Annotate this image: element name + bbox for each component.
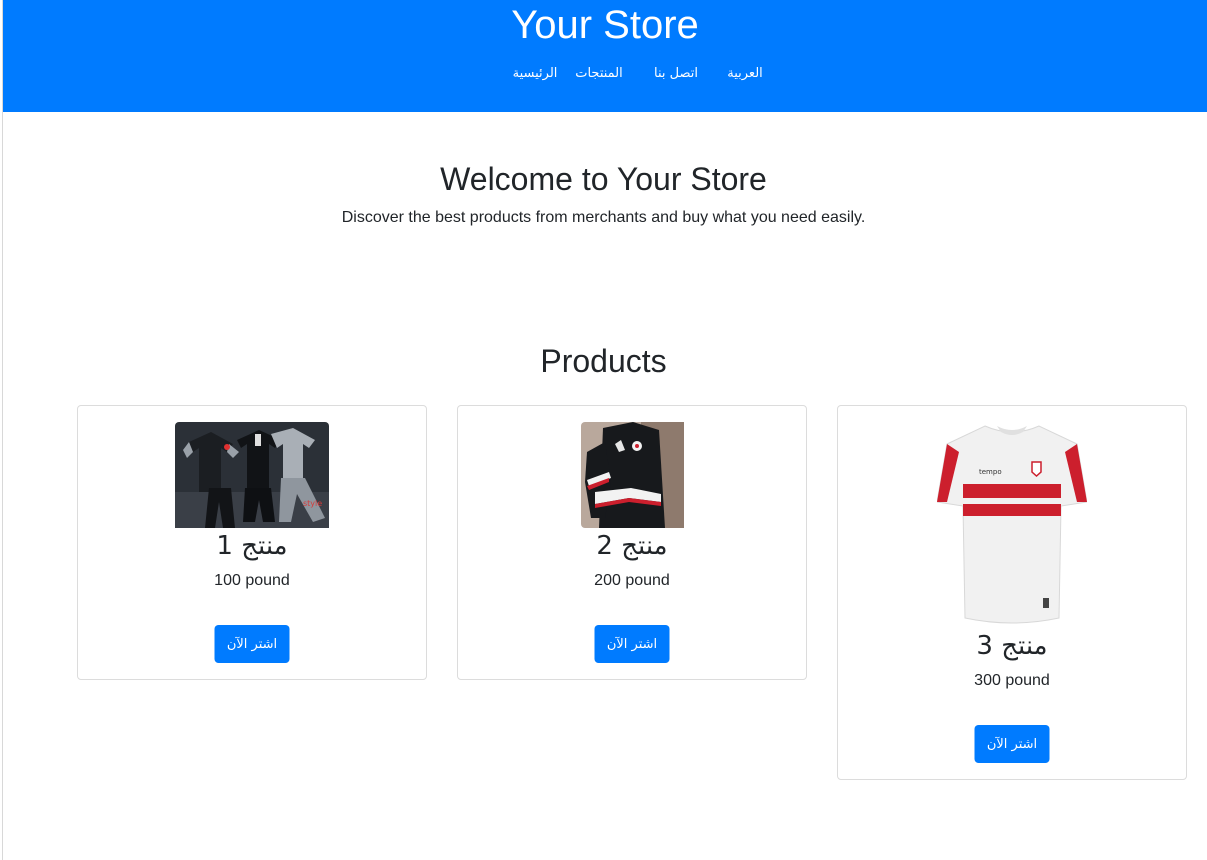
buy-now-button[interactable]: اشتر الآن [594, 625, 670, 663]
site-header: Your Store الرئيسية المنتجات اتصل بنا ال… [3, 0, 1207, 112]
hero-title: Welcome to Your Store [440, 161, 767, 197]
hero-section: Welcome to Your Store Discover the best … [0, 160, 1207, 228]
product-card: منتج 2 200 pound اشتر الآن [457, 405, 807, 680]
buy-now-button[interactable]: اشتر الآن [974, 725, 1050, 763]
product-price: 300 pound [974, 672, 1050, 689]
product-name: منتج 3 [976, 631, 1048, 661]
product-price: 200 pound [594, 572, 670, 589]
jacket-image [580, 422, 684, 528]
product-card: tempo منتج 3 300 pound اشتر الآن [837, 405, 1187, 780]
nav-contact[interactable]: اتصل بنا [654, 66, 698, 81]
product-name: منتج 1 [216, 531, 288, 561]
svg-text:style: style [303, 499, 322, 508]
nav-home[interactable]: الرئيسية [513, 66, 558, 81]
site-title: Your Store [511, 3, 699, 47]
product-card: style منتج 1 100 pound اشتر الآن [77, 405, 427, 680]
buy-now-button[interactable]: اشتر الآن [214, 625, 290, 663]
svg-text:tempo: tempo [979, 468, 1002, 476]
jersey-image: tempo [937, 422, 1087, 628]
products-title: Products [540, 343, 667, 379]
product-price: 100 pound [214, 572, 290, 589]
product-name: منتج 2 [596, 531, 668, 561]
nav-products[interactable]: المنتجات [575, 66, 623, 81]
tracksuit-image: style [175, 422, 329, 528]
hero-subtitle: Discover the best products from merchant… [341, 209, 866, 226]
page-left-rule [2, 0, 3, 860]
nav-language[interactable]: العربية [727, 66, 763, 81]
